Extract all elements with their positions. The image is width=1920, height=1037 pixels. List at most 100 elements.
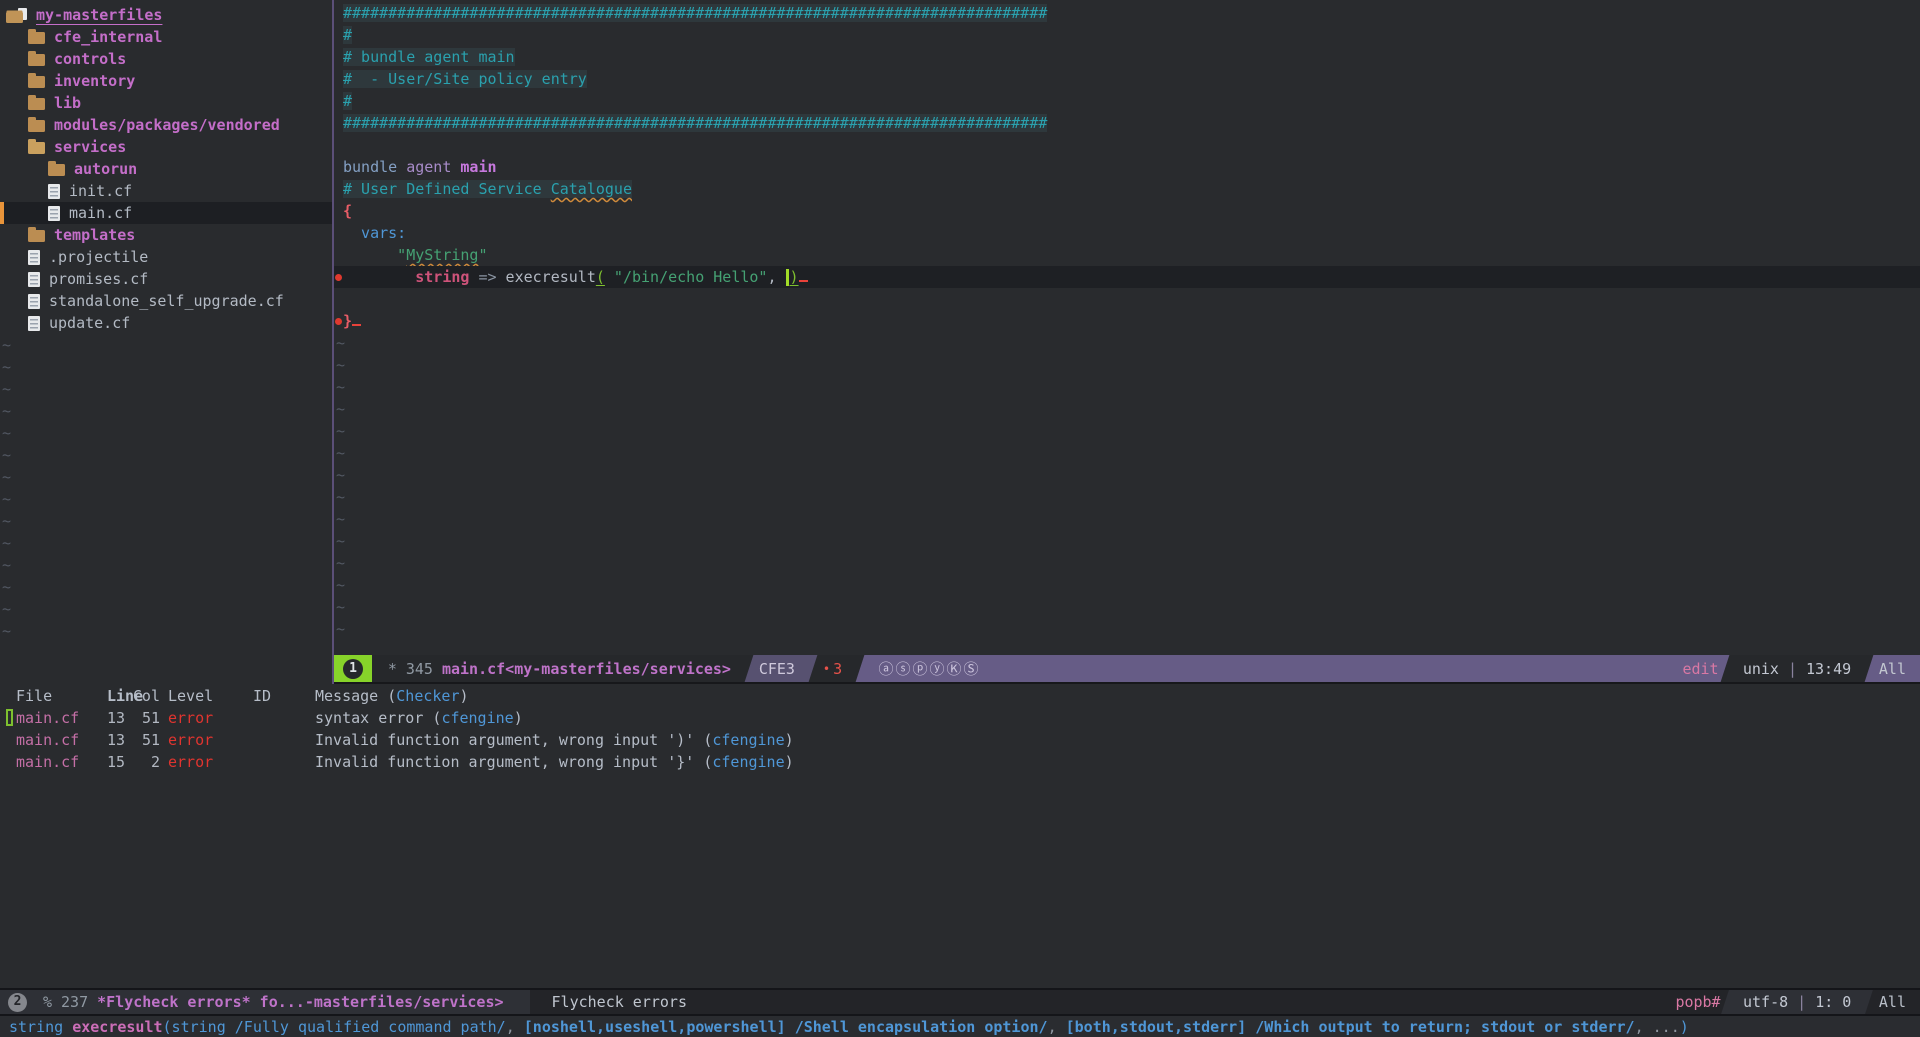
empty-line-tilde: ~ xyxy=(0,576,332,598)
empty-line-tilde: ~ xyxy=(334,486,1920,508)
empty-line-tilde: ~ xyxy=(334,574,1920,596)
empty-line-tilde: ~ xyxy=(0,378,332,400)
modeline-main: 1 * 345 main.cf<my-masterfiles/services>… xyxy=(334,655,1920,684)
tree-item-modules-packages-vendored[interactable]: modules/packages/vendored xyxy=(0,114,332,136)
empty-line-tilde: ~ xyxy=(334,618,1920,640)
empty-line-tilde: ~ xyxy=(334,376,1920,398)
code-line-1[interactable]: ########################################… xyxy=(334,2,1920,24)
echo-area[interactable]: string execresult(string /Fully qualifie… xyxy=(0,1016,1920,1037)
tree-item-standalone-self-upgrade-cf[interactable]: standalone_self_upgrade.cf xyxy=(0,290,332,312)
col-header-line[interactable]: Line xyxy=(107,685,125,707)
tree-item--projectile[interactable]: .projectile xyxy=(0,246,332,268)
scroll-position: All xyxy=(1869,990,1920,1014)
separator: | xyxy=(1788,658,1797,680)
empty-line-tilde: ~ xyxy=(334,464,1920,486)
code-line-2[interactable]: # xyxy=(334,24,1920,46)
file-icon xyxy=(48,206,60,221)
flycheck-error-row-1[interactable]: main.cf1351errorsyntax error (cfengine) xyxy=(0,707,1920,729)
tree-item-cfe-internal[interactable]: cfe_internal xyxy=(0,26,332,48)
folder-icon xyxy=(28,142,45,154)
major-mode-indicator[interactable]: Flycheck errors xyxy=(552,990,687,1014)
error-message: Invalid function argument, wrong input '… xyxy=(315,751,1920,773)
tree-item-promises-cf[interactable]: promises.cf xyxy=(0,268,332,290)
tree-item-services[interactable]: services xyxy=(0,136,332,158)
file-icon xyxy=(28,272,40,287)
eol-type: unix xyxy=(1743,658,1779,680)
error-message: Invalid function argument, wrong input '… xyxy=(315,729,1920,751)
flycheck-buffer-indicator: 2 % 237 *Flycheck errors* fo...-masterfi… xyxy=(0,990,530,1014)
flycheck-error-dot-icon xyxy=(335,318,342,325)
buffer-size: 237 xyxy=(61,991,88,1013)
flycheck-error-row-2[interactable]: main.cf1351errorInvalid function argumen… xyxy=(0,729,1920,751)
empty-line-tilde: ~ xyxy=(0,334,332,356)
col-header-file[interactable]: File xyxy=(16,685,107,707)
col-header-message[interactable]: Message (Checker) xyxy=(315,685,1920,707)
window-number-2: 2 xyxy=(8,993,27,1012)
empty-line-tilde: ~ xyxy=(0,532,332,554)
code-line-5[interactable]: # xyxy=(334,90,1920,112)
tree-item-label: .projectile xyxy=(49,246,148,268)
file-icon xyxy=(48,184,60,199)
tree-item-label: inventory xyxy=(54,70,135,92)
buffer-name: *Flycheck errors* fo...-masterfiles/serv… xyxy=(97,991,503,1013)
tree-item-controls[interactable]: controls xyxy=(0,48,332,70)
tree-item-main-cf[interactable]: main.cf xyxy=(0,202,332,224)
code-line-10[interactable]: { xyxy=(334,200,1920,222)
flycheck-rows: main.cf1351errorsyntax error (cfengine)m… xyxy=(0,707,1920,773)
error-count: 3 xyxy=(833,658,842,680)
folder-icon xyxy=(28,32,45,44)
code-line-14[interactable] xyxy=(334,288,1920,310)
file-icon xyxy=(28,316,40,331)
code-line-6[interactable]: ########################################… xyxy=(334,112,1920,134)
empty-line-tilde: ~ xyxy=(0,422,332,444)
tree-item-init-cf[interactable]: init.cf xyxy=(0,180,332,202)
code-line-11[interactable]: vars: xyxy=(334,222,1920,244)
tree-item-inventory[interactable]: inventory xyxy=(0,70,332,92)
inactive-window-cursor xyxy=(6,709,13,726)
flycheck-error-list[interactable]: File Line Col Level ID Message (Checker)… xyxy=(0,684,1920,988)
tree-item-lib[interactable]: lib xyxy=(0,92,332,114)
tree-item-update-cf[interactable]: update.cf xyxy=(0,312,332,334)
folder-icon xyxy=(28,98,45,110)
folder-icon xyxy=(28,76,45,88)
tree-item-autorun[interactable]: autorun xyxy=(0,158,332,180)
buffer-name: main.cf<my-masterfiles/services> xyxy=(442,658,731,680)
empty-line-tilde: ~ xyxy=(0,400,332,422)
tree-item-my-masterfiles[interactable]: my-masterfiles xyxy=(0,4,332,26)
buffer-indicator: * 345 main.cf<my-masterfiles/services> xyxy=(360,655,754,682)
code-line-3[interactable]: # bundle agent main xyxy=(334,46,1920,68)
minor-mode-lighters: ⓐⓢⓟⓨⓀⓈ xyxy=(879,655,981,682)
file-icon xyxy=(28,294,40,309)
empty-line-tilde: ~ xyxy=(334,332,1920,354)
tree-item-templates[interactable]: templates xyxy=(0,224,332,246)
line-col: 1: 0 xyxy=(1815,991,1851,1013)
separator: | xyxy=(1797,991,1806,1013)
empty-line-tilde: ~ xyxy=(0,466,332,488)
empty-line-tilde: ~ xyxy=(334,354,1920,376)
editor-window: ########################################… xyxy=(334,0,1920,684)
code-line-9[interactable]: # User Defined Service Catalogue xyxy=(334,178,1920,200)
code-line-15[interactable]: } xyxy=(334,310,1920,332)
col-header-level[interactable]: Level xyxy=(160,685,253,707)
empty-line-tilde: ~ xyxy=(0,510,332,532)
empty-line-tilde: ~ xyxy=(0,620,332,642)
file-tree[interactable]: my-masterfilescfe_internalcontrolsinvent… xyxy=(0,0,332,684)
code-line-8[interactable]: bundle agent main xyxy=(334,156,1920,178)
scroll-position: All xyxy=(1869,655,1920,682)
empty-line-tilde: ~ xyxy=(334,508,1920,530)
col-header-col[interactable]: Col xyxy=(125,685,160,707)
empty-line-tilde: ~ xyxy=(0,444,332,466)
code-line-12[interactable]: "MyString" xyxy=(334,244,1920,266)
tree-item-label: templates xyxy=(54,224,135,246)
code-line-13[interactable]: string => execresult( "/bin/echo Hello",… xyxy=(334,266,1920,288)
tree-item-label: promises.cf xyxy=(49,268,148,290)
empty-line-tilde: ~ xyxy=(0,598,332,620)
code-line-7[interactable] xyxy=(334,134,1920,156)
code-line-4[interactable]: # - User/Site policy entry xyxy=(334,68,1920,90)
flycheck-error-row-3[interactable]: main.cf152errorInvalid function argument… xyxy=(0,751,1920,773)
modeline-flycheck: 2 % 237 *Flycheck errors* fo...-masterfi… xyxy=(0,988,1920,1016)
editor-buffer[interactable]: ########################################… xyxy=(334,0,1920,655)
empty-line-tilde: ~ xyxy=(0,356,332,378)
top-windows: my-masterfilescfe_internalcontrolsinvent… xyxy=(0,0,1920,684)
col-header-id[interactable]: ID xyxy=(253,685,315,707)
